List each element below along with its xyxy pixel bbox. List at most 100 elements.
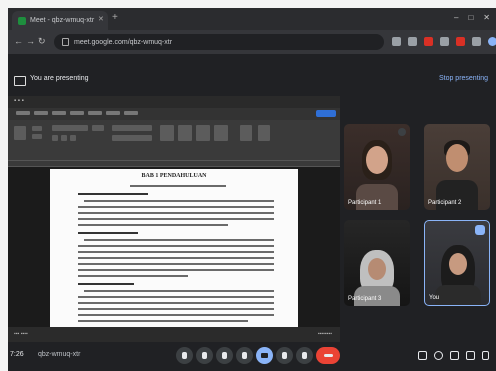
paste-icon[interactable] [14, 126, 26, 140]
ribbon-tab[interactable] [70, 111, 84, 115]
ribbon-tab[interactable] [16, 111, 30, 115]
style-normal[interactable] [160, 125, 174, 141]
text-line [78, 302, 274, 304]
text-line [78, 320, 248, 322]
zoom-control[interactable]: ▪▪▪▪▪▪▪▪ [318, 331, 332, 337]
face [449, 253, 467, 275]
italic-icon[interactable] [61, 135, 67, 141]
url-input[interactable]: meet.google.com/qbz-wmuq-xtr [54, 34, 384, 50]
bold-icon[interactable] [52, 135, 58, 141]
mic-off-icon [398, 128, 406, 136]
captions-icon[interactable] [216, 347, 233, 364]
word-status-bar: ▪▪▪ ▪▪▪▪ ▪▪▪▪▪▪▪▪ [8, 327, 340, 342]
present-screen-icon [14, 76, 26, 86]
extension-icon[interactable] [424, 37, 433, 46]
autosave-label: ▪ ▪ ▪ [14, 98, 24, 104]
address-bar-row: ← → ↻ meet.google.com/qbz-wmuq-xtr [8, 30, 496, 54]
participant-name: Participant 2 [428, 200, 462, 206]
ribbon-tab[interactable] [34, 111, 48, 115]
extension-icon[interactable] [456, 37, 465, 46]
tab-title: Meet - qbz-wmuq-xtr [30, 17, 95, 24]
text-line [78, 314, 274, 316]
maximize-icon[interactable]: □ [468, 13, 473, 22]
face [368, 258, 386, 280]
editing-icon[interactable] [240, 125, 252, 141]
window-close-icon[interactable]: ✕ [483, 13, 490, 22]
share-button[interactable] [316, 110, 336, 117]
ribbon-tab[interactable] [88, 111, 102, 115]
mic-icon[interactable] [176, 347, 193, 364]
text-line [78, 212, 274, 214]
text-line [84, 290, 274, 292]
extension-icon[interactable] [408, 37, 417, 46]
extension-icons [392, 37, 496, 46]
meet-control-bar: 7:26 qbz-wmuq-xtr [8, 342, 496, 371]
alignment-tools[interactable] [112, 135, 152, 141]
stop-presenting-button[interactable]: Stop presenting [439, 75, 488, 82]
underline-icon[interactable] [70, 135, 76, 141]
paragraph-tools[interactable] [112, 125, 152, 131]
lock-icon [62, 38, 69, 46]
participant-tile[interactable]: Participant 2 [424, 124, 490, 210]
shirt [435, 285, 481, 305]
participant-tile[interactable]: Participant 1 [344, 124, 410, 210]
font-size-select[interactable] [92, 125, 104, 131]
text-line [78, 275, 188, 277]
host-controls-icon[interactable] [482, 351, 489, 360]
word-title-bar: ▪ ▪ ▪ [8, 96, 340, 108]
browser-tab[interactable]: Meet - qbz-wmuq-xtr ✕ [12, 11, 108, 30]
text-line [78, 257, 274, 259]
text-line [78, 308, 274, 310]
bookmark-icon[interactable] [440, 37, 449, 46]
window-controls: – □ ✕ [454, 13, 490, 22]
word-ribbon [8, 120, 340, 167]
people-icon[interactable] [434, 351, 443, 360]
style-heading1[interactable] [196, 125, 210, 141]
text-line [78, 269, 274, 271]
close-icon[interactable]: ✕ [98, 15, 104, 23]
participant-tile-self[interactable]: You [424, 220, 490, 306]
style-no-spacing[interactable] [178, 125, 192, 141]
text-line [78, 206, 274, 208]
reload-icon[interactable]: ↻ [38, 36, 46, 46]
minimize-icon[interactable]: – [454, 13, 458, 22]
copy-icon[interactable] [32, 134, 42, 139]
tab-favicon-icon [18, 16, 26, 25]
participant-name: Participant 3 [348, 296, 382, 302]
text-line [130, 185, 226, 187]
section-a-line [78, 193, 148, 195]
emoji-icon[interactable] [236, 347, 253, 364]
activities-icon[interactable] [466, 351, 475, 360]
forward-icon[interactable]: → [26, 36, 35, 46]
pin-icon[interactable] [475, 225, 485, 235]
style-heading2[interactable] [214, 125, 228, 141]
hangup-icon[interactable] [316, 347, 340, 364]
document-page[interactable]: BAB 1 PENDAHULUAN [50, 169, 298, 327]
text-line [78, 296, 274, 298]
cut-icon[interactable] [32, 126, 42, 131]
participant-tile[interactable]: Participant 3 [344, 220, 410, 306]
ribbon-tab[interactable] [106, 111, 120, 115]
extension-icon[interactable] [392, 37, 401, 46]
profile-avatar[interactable] [488, 37, 496, 46]
meeting-code: qbz-wmuq-xtr [38, 351, 81, 358]
chat-icon[interactable] [450, 351, 459, 360]
ribbon-tab[interactable] [124, 111, 138, 115]
back-icon[interactable]: ← [14, 36, 23, 46]
face [446, 144, 468, 172]
present-icon[interactable] [256, 347, 273, 364]
text-line [78, 245, 274, 247]
dictate-icon[interactable] [258, 125, 270, 141]
browser-window: Meet - qbz-wmuq-xtr ✕ + – □ ✕ ← → ↻ meet… [8, 8, 496, 371]
font-select[interactable] [52, 125, 88, 131]
ribbon-tab[interactable] [52, 111, 66, 115]
extension-icon[interactable] [472, 37, 481, 46]
new-tab-icon[interactable]: + [112, 13, 118, 23]
raise-hand-icon[interactable] [276, 347, 293, 364]
page-count-label: ▪▪▪ ▪▪▪▪ [14, 331, 28, 337]
more-icon[interactable] [296, 347, 313, 364]
text-line [78, 263, 274, 265]
info-icon[interactable] [418, 351, 427, 360]
text-line [78, 218, 274, 220]
camera-icon[interactable] [196, 347, 213, 364]
